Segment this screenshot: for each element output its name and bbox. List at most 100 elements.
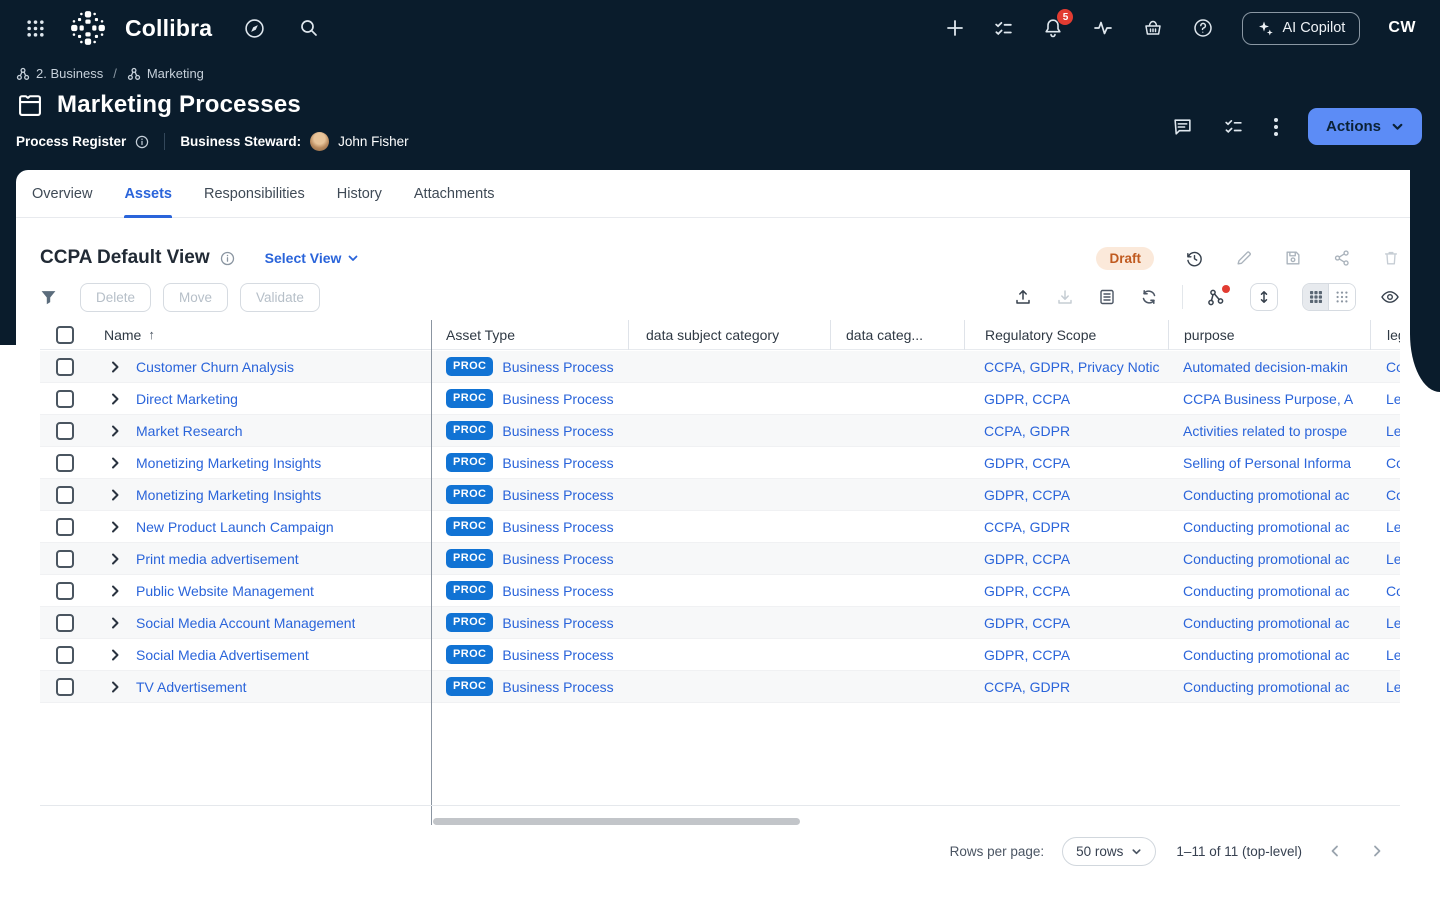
asset-type-link[interactable]: Business Process — [502, 679, 613, 695]
expand-chevron-icon[interactable] — [108, 584, 122, 598]
legal-basis-link[interactable]: Co — [1386, 359, 1400, 375]
asset-type-link[interactable]: Business Process — [502, 519, 613, 535]
asset-name-link[interactable]: Monetizing Marketing Insights — [136, 487, 321, 503]
regulatory-scope-link[interactable]: GDPR, CCPA — [984, 391, 1070, 407]
row-checkbox[interactable] — [56, 454, 74, 472]
expand-chevron-icon[interactable] — [108, 520, 122, 534]
move-button[interactable]: Move — [163, 283, 228, 312]
row-checkbox[interactable] — [56, 646, 74, 664]
asset-type-link[interactable]: Business Process — [502, 615, 613, 631]
tab-overview[interactable]: Overview — [32, 170, 92, 218]
checklist-icon[interactable] — [1223, 116, 1244, 137]
regulatory-scope-link[interactable]: GDPR, CCPA — [984, 615, 1070, 631]
legal-basis-link[interactable]: Le — [1386, 647, 1400, 663]
purpose-link[interactable]: Activities related to prospe — [1183, 423, 1347, 439]
legal-basis-link[interactable]: Co — [1386, 455, 1400, 471]
tab-assets[interactable]: Assets — [124, 170, 172, 218]
row-checkbox[interactable] — [56, 358, 74, 376]
explore-compass-icon[interactable] — [244, 18, 265, 39]
column-header-regulatory-scope[interactable]: Regulatory Scope — [964, 320, 1168, 350]
hierarchy-icon[interactable] — [1207, 288, 1226, 307]
column-header-legal-basis[interactable]: leg — [1370, 320, 1400, 350]
row-checkbox[interactable] — [56, 422, 74, 440]
asset-name-link[interactable]: TV Advertisement — [136, 679, 247, 695]
next-page-icon[interactable] — [1370, 844, 1384, 858]
legal-basis-link[interactable]: Le — [1386, 519, 1400, 535]
purpose-link[interactable]: Selling of Personal Informa — [1183, 455, 1351, 471]
regulatory-scope-link[interactable]: CCPA, GDPR — [984, 679, 1070, 695]
view-history-icon[interactable] — [1185, 249, 1204, 268]
notifications-bell-icon[interactable]: 5 — [1042, 17, 1064, 39]
select-view-dropdown[interactable]: Select View — [265, 250, 360, 266]
purpose-link[interactable]: Conducting promotional ac — [1183, 583, 1350, 599]
regulatory-scope-link[interactable]: GDPR, CCPA — [984, 455, 1070, 471]
row-height-button[interactable] — [1250, 283, 1278, 311]
expand-chevron-icon[interactable] — [108, 488, 122, 502]
purpose-link[interactable]: Conducting promotional ac — [1183, 519, 1350, 535]
asset-type-link[interactable]: Business Process — [502, 423, 613, 439]
asset-type-link[interactable]: Business Process — [502, 455, 613, 471]
row-checkbox[interactable] — [56, 518, 74, 536]
rows-per-page-dropdown[interactable]: 50 rows — [1062, 837, 1156, 866]
asset-type-link[interactable]: Business Process — [502, 359, 613, 375]
regulatory-scope-link[interactable]: CCPA, GDPR — [984, 423, 1070, 439]
asset-type-link[interactable]: Business Process — [502, 583, 613, 599]
save-view-icon[interactable] — [1284, 249, 1302, 267]
grid-view-button[interactable] — [1303, 284, 1329, 310]
asset-name-link[interactable]: Customer Churn Analysis — [136, 359, 294, 375]
purpose-link[interactable]: Conducting promotional ac — [1183, 615, 1350, 631]
asset-type-link[interactable]: Business Process — [502, 647, 613, 663]
select-all-checkbox[interactable] — [56, 326, 74, 344]
help-icon[interactable] — [1192, 17, 1214, 39]
breadcrumb-item-business[interactable]: 2. Business — [16, 66, 103, 81]
export-upload-icon[interactable] — [1014, 288, 1032, 306]
regulatory-scope-link[interactable]: CCPA, GDPR — [984, 519, 1070, 535]
row-checkbox[interactable] — [56, 614, 74, 632]
refresh-icon[interactable] — [1140, 288, 1158, 306]
legal-basis-link[interactable]: Le — [1386, 423, 1400, 439]
regulatory-scope-link[interactable]: GDPR, CCPA — [984, 487, 1070, 503]
visibility-eye-icon[interactable] — [1380, 287, 1400, 307]
purpose-link[interactable]: Automated decision-makin — [1183, 359, 1348, 375]
column-header-data-subject-category[interactable]: data subject category — [628, 320, 830, 350]
purpose-link[interactable]: Conducting promotional ac — [1183, 679, 1350, 695]
info-icon[interactable] — [135, 135, 149, 149]
search-icon[interactable] — [299, 18, 319, 38]
horizontal-scrollbar[interactable] — [433, 818, 800, 825]
actions-button[interactable]: Actions — [1308, 108, 1422, 145]
delete-button[interactable]: Delete — [80, 283, 151, 312]
expand-chevron-icon[interactable] — [108, 392, 122, 406]
column-header-purpose[interactable]: purpose — [1168, 320, 1370, 350]
more-options-kebab-icon[interactable] — [1274, 118, 1278, 136]
legal-basis-link[interactable]: Co — [1386, 487, 1400, 503]
share-icon[interactable] — [1333, 249, 1351, 267]
comments-icon[interactable] — [1172, 116, 1193, 137]
validate-button[interactable]: Validate — [240, 283, 320, 312]
asset-type-link[interactable]: Business Process — [502, 487, 613, 503]
expand-chevron-icon[interactable] — [108, 648, 122, 662]
asset-name-link[interactable]: Direct Marketing — [136, 391, 238, 407]
import-download-icon[interactable] — [1056, 288, 1074, 306]
expand-chevron-icon[interactable] — [108, 424, 122, 438]
purpose-link[interactable]: Conducting promotional ac — [1183, 647, 1350, 663]
asset-name-link[interactable]: Social Media Advertisement — [136, 647, 309, 663]
tab-responsibilities[interactable]: Responsibilities — [204, 170, 305, 218]
asset-name-link[interactable]: Public Website Management — [136, 583, 314, 599]
ai-copilot-button[interactable]: AI Copilot — [1242, 12, 1360, 45]
expand-chevron-icon[interactable] — [108, 616, 122, 630]
tab-attachments[interactable]: Attachments — [414, 170, 495, 218]
asset-name-link[interactable]: Market Research — [136, 423, 243, 439]
asset-name-link[interactable]: Monetizing Marketing Insights — [136, 455, 321, 471]
info-icon[interactable] — [220, 251, 235, 266]
column-header-name[interactable]: Name ↑ — [96, 327, 431, 343]
row-checkbox[interactable] — [56, 390, 74, 408]
tile-view-button[interactable] — [1329, 284, 1355, 310]
tab-history[interactable]: History — [337, 170, 382, 218]
tasks-icon[interactable] — [993, 18, 1014, 39]
row-checkbox[interactable] — [56, 486, 74, 504]
legal-basis-link[interactable]: Le — [1386, 615, 1400, 631]
logo-wordmark[interactable]: Collibra — [125, 15, 212, 42]
collibra-logo[interactable] — [69, 9, 107, 47]
purpose-link[interactable]: CCPA Business Purpose, A — [1183, 391, 1353, 407]
asset-name-link[interactable]: Print media advertisement — [136, 551, 299, 567]
